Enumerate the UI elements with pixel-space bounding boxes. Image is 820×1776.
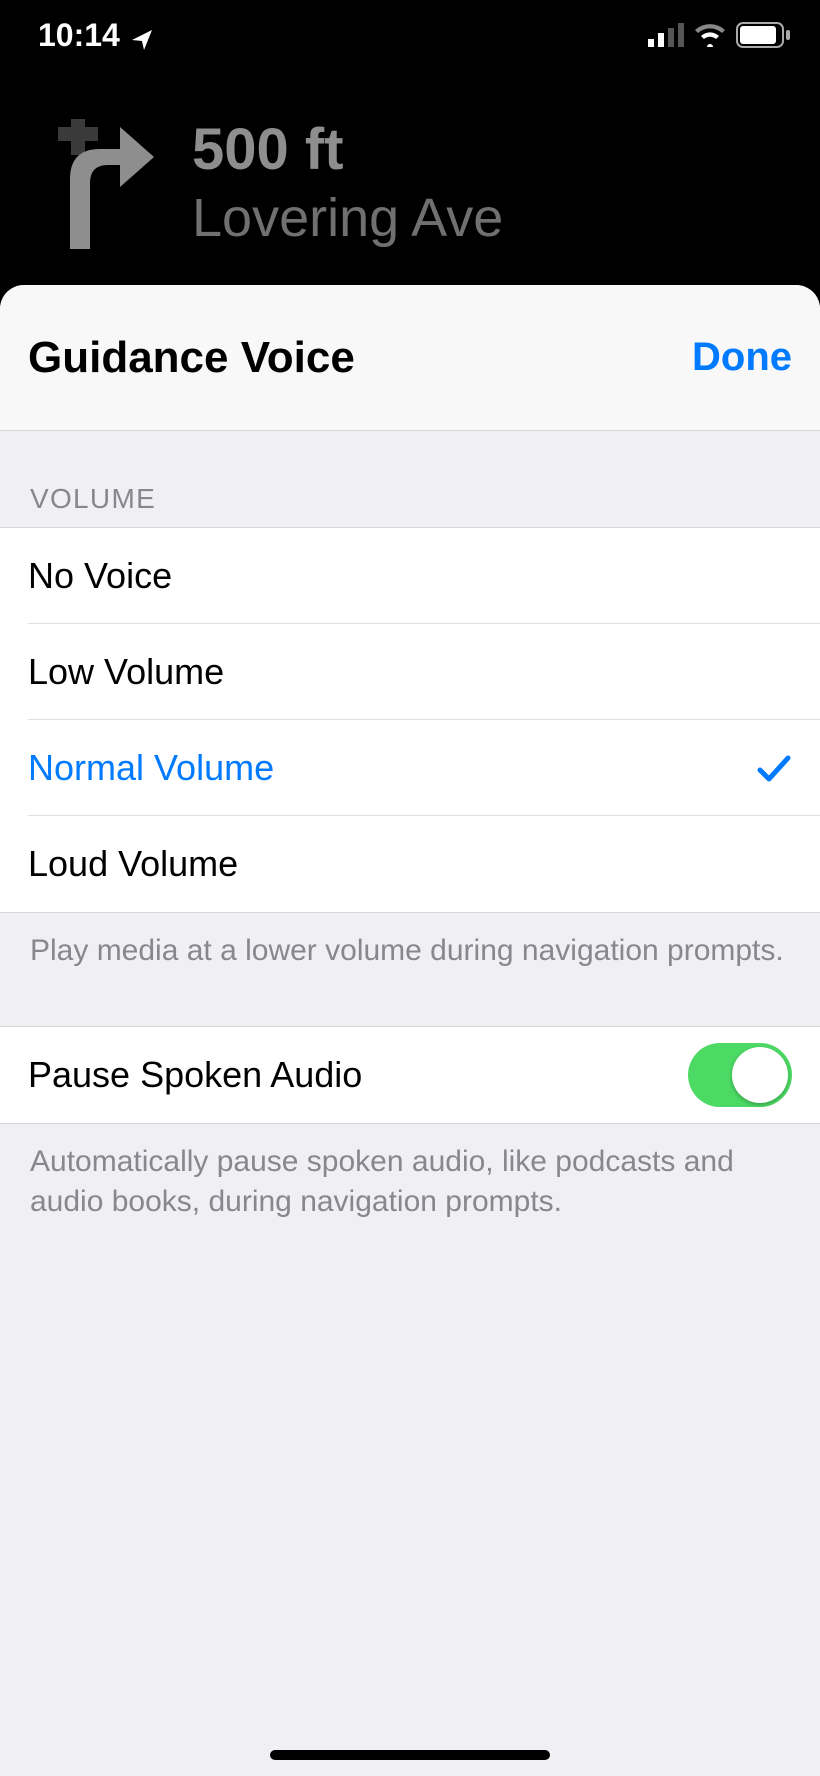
done-button[interactable]: Done	[692, 335, 792, 380]
pause-spoken-audio-toggle[interactable]	[688, 1043, 792, 1107]
navigation-text: 500 ft Lovering Ave	[192, 118, 503, 251]
pause-spoken-audio-row[interactable]: Pause Spoken Audio	[0, 1027, 820, 1123]
volume-option-label: Normal Volume	[28, 747, 274, 789]
navigation-banner: 500 ft Lovering Ave	[0, 70, 820, 299]
volume-option-label: No Voice	[28, 555, 172, 597]
volume-option-loud[interactable]: Loud Volume	[0, 816, 820, 912]
status-bar: 10:14	[0, 0, 820, 70]
sheet-title: Guidance Voice	[28, 333, 355, 383]
wifi-icon	[694, 23, 726, 47]
cellular-signal-icon	[648, 23, 684, 47]
home-indicator[interactable]	[270, 1750, 550, 1760]
location-arrow-icon	[130, 23, 154, 47]
navigation-distance: 500 ft	[192, 118, 503, 182]
pause-section-footer: Automatically pause spoken audio, like p…	[0, 1124, 820, 1251]
battery-icon	[736, 22, 792, 48]
navigation-street: Lovering Ave	[192, 186, 503, 251]
guidance-voice-sheet: Guidance Voice Done VOLUME No Voice Low …	[0, 285, 820, 1776]
volume-option-label: Low Volume	[28, 651, 224, 693]
volume-section-footer: Play media at a lower volume during navi…	[0, 913, 820, 1000]
pause-audio-group: Pause Spoken Audio	[0, 1026, 820, 1124]
volume-option-low[interactable]: Low Volume	[0, 624, 820, 720]
turn-right-icon	[36, 119, 156, 249]
status-right	[648, 22, 792, 48]
volume-option-label: Loud Volume	[28, 843, 238, 885]
pause-spoken-audio-label: Pause Spoken Audio	[28, 1054, 362, 1096]
status-left: 10:14	[38, 17, 154, 54]
sheet-header: Guidance Voice Done	[0, 285, 820, 431]
volume-option-normal[interactable]: Normal Volume	[0, 720, 820, 816]
volume-options-group: No Voice Low Volume Normal Volume Loud V…	[0, 527, 820, 913]
status-time: 10:14	[38, 17, 120, 54]
checkmark-icon	[756, 750, 792, 786]
volume-section-header: VOLUME	[0, 431, 820, 527]
volume-option-no-voice[interactable]: No Voice	[0, 528, 820, 624]
